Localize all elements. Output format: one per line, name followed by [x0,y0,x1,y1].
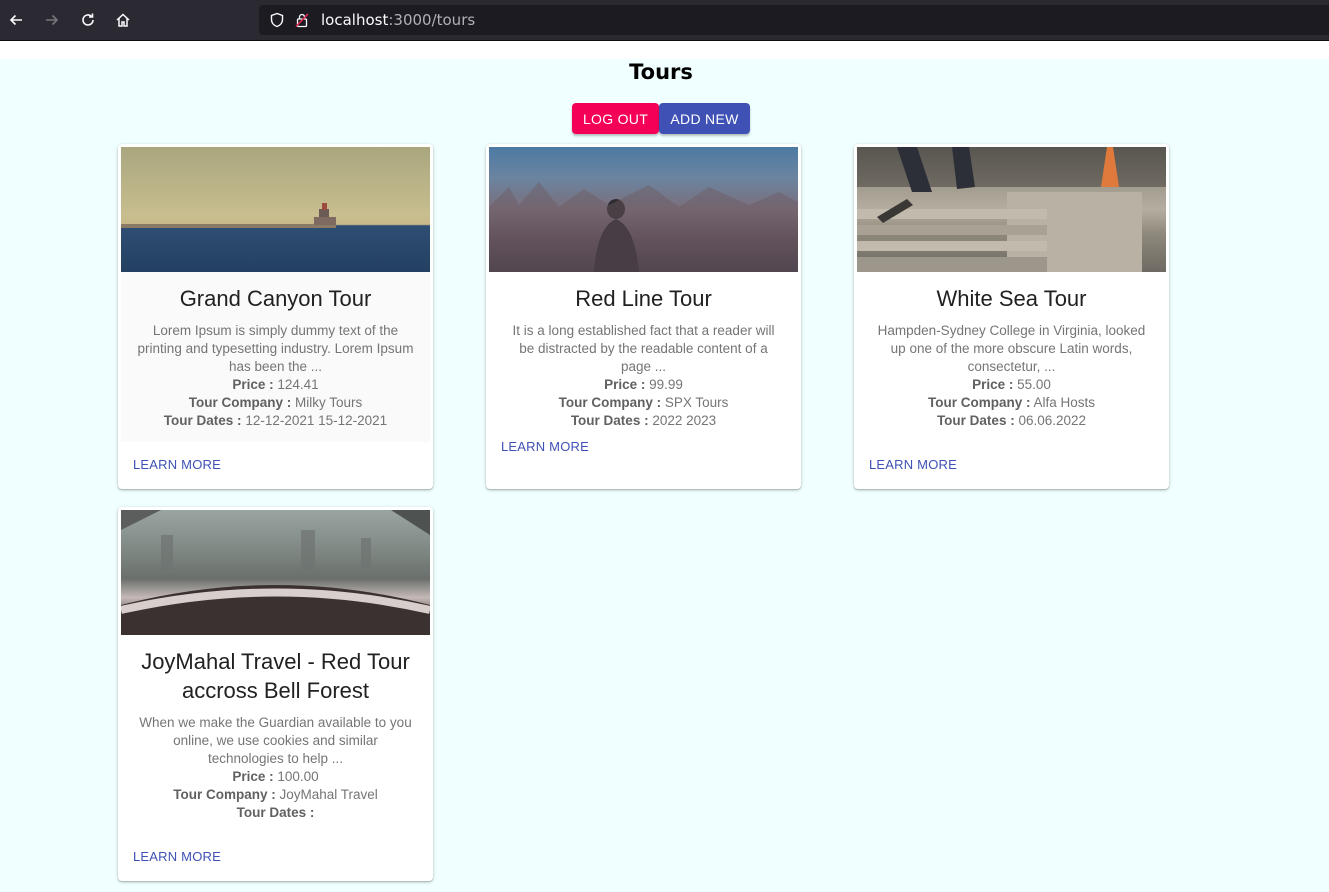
tour-card: White Sea Tour Hampden-Sydney College in… [854,144,1169,489]
skateboard-steps-image[interactable] [857,147,1166,272]
tour-dates: Tour Dates : [236,805,315,820]
learn-more-button[interactable]: LEARN MORE [501,439,589,454]
tour-card: Red Line Tour It is a long established f… [486,144,801,489]
reload-icon[interactable] [76,8,100,32]
tour-card: Grand Canyon Tour Lorem Ipsum is simply … [118,144,433,489]
forward-icon[interactable] [40,8,64,32]
tour-title: Red Line Tour [575,286,712,311]
tour-company: Tour Company : Milky Tours [188,395,363,410]
tour-title: White Sea Tour [936,286,1087,311]
tour-card: JoyMahal Travel - Red Tour accross Bell … [118,507,433,881]
add-new-button[interactable]: ADD NEW [659,103,750,134]
url-text[interactable]: localhost:3000/tours [321,11,475,29]
shield-icon[interactable] [269,12,285,33]
learn-more-button[interactable]: LEARN MORE [133,457,221,472]
city-window-image[interactable] [121,510,430,635]
tour-title: Grand Canyon Tour [179,286,372,311]
tour-price: Price : 100.00 [232,769,319,784]
tour-price: Price : 55.00 [972,377,1051,392]
tour-description: When we make the Guardian available to y… [139,715,412,766]
tour-description: Lorem Ipsum is simply dummy text of the … [137,323,414,374]
tour-title: JoyMahal Travel - Red Tour accross Bell … [141,649,410,703]
person-field-image[interactable] [489,147,798,272]
tour-description: It is a long established fact that a rea… [512,323,775,374]
home-icon[interactable] [111,8,135,32]
learn-more-button[interactable]: LEARN MORE [133,849,221,864]
logout-button[interactable]: LOG OUT [572,103,659,134]
tour-dates: Tour Dates : 06.06.2022 [936,413,1087,428]
page-title: Tours [629,60,693,84]
tour-company: Tour Company : SPX Tours [558,395,729,410]
tour-description: Hampden-Sydney College in Virginia, look… [877,323,1146,374]
lighthouse-sea-image[interactable] [121,147,430,272]
browser-toolbar: localhost:3000/tours [0,0,1329,41]
back-icon[interactable] [4,8,28,32]
tour-price: Price : 124.41 [232,377,319,392]
card-content: Red Line Tour It is a long established f… [489,272,798,428]
tour-company: Tour Company : JoyMahal Travel [173,787,378,802]
url-bar[interactable]: localhost:3000/tours [259,5,1329,35]
learn-more-button[interactable]: LEARN MORE [869,457,957,472]
card-content: White Sea Tour Hampden-Sydney College in… [857,272,1166,442]
card-content: Grand Canyon Tour Lorem Ipsum is simply … [121,272,430,442]
page-top-strip [0,41,1329,59]
insecure-lock-icon[interactable] [294,12,310,33]
card-content: JoyMahal Travel - Red Tour accross Bell … [121,635,430,835]
tour-company: Tour Company : Alfa Hosts [927,395,1096,410]
tour-price: Price : 99.99 [604,377,683,392]
tour-dates: Tour Dates : 12-12-2021 15-12-2021 [163,413,388,428]
tour-dates: Tour Dates : 2022 2023 [570,413,717,428]
